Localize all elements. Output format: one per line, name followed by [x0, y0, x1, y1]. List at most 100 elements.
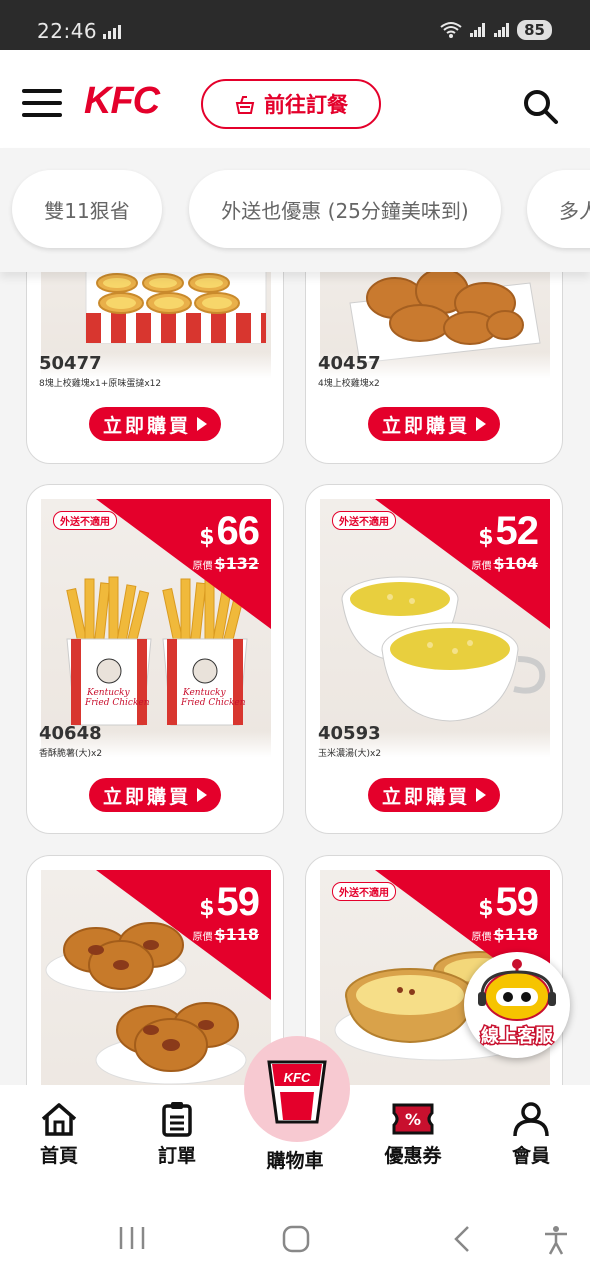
svg-text:Fried Chicken: Fried Chicken	[84, 698, 150, 708]
price: $ 59	[199, 880, 260, 925]
buy-now-label: 立即購買	[381, 414, 470, 437]
go-order-button[interactable]: 前往訂餐	[201, 79, 381, 129]
category-chip-delivery[interactable]: 外送也優惠 (25分鐘美味到)	[189, 170, 501, 248]
status-bar: 22:46 85	[0, 0, 590, 50]
kfc-bucket-icon: KFC	[267, 1060, 327, 1124]
buy-now-button[interactable]: 立即購買	[368, 778, 500, 812]
nav-coupons[interactable]: % 優惠券	[373, 1101, 453, 1168]
signal-icon-2	[494, 23, 510, 37]
original-price-label: 原價	[471, 932, 492, 943]
currency-sign: $	[478, 525, 494, 550]
nav-home-label: 首頁	[39, 1145, 78, 1167]
original-price-value: $118	[493, 925, 538, 944]
nav-home[interactable]: 首頁	[19, 1101, 99, 1168]
original-price-value: $132	[214, 554, 259, 573]
battery-level: 85	[517, 20, 552, 40]
menu-icon[interactable]	[22, 89, 62, 119]
coupon-icon: %	[392, 1103, 434, 1135]
product-desc: 香酥脆薯(大)x2	[39, 749, 103, 759]
price-value: 59	[495, 880, 539, 924]
original-price-value: $104	[493, 554, 538, 573]
category-chip-double11[interactable]: 雙11狠省	[12, 170, 162, 248]
home-button-icon[interactable]	[282, 1225, 310, 1253]
product-desc: 玉米濃湯(大)x2	[318, 749, 382, 759]
original-price-label: 原價	[192, 561, 213, 572]
svg-text:Fried Chicken: Fried Chicken	[180, 698, 246, 708]
nav-cart[interactable]: KFC	[244, 1036, 350, 1142]
product-code: 40648	[39, 723, 102, 744]
wifi-icon	[440, 22, 462, 38]
product-card[interactable]: Kentucky Fried Chicken Kentucky Fried Chick…	[26, 484, 284, 834]
product-code: 40457	[318, 353, 381, 374]
category-chip-group[interactable]: 多人	[527, 170, 590, 248]
price-value: 59	[216, 880, 260, 924]
play-arrow-icon	[197, 417, 207, 431]
cart-logo-text: KFC	[284, 1070, 311, 1085]
go-order-label: 前往訂餐	[264, 93, 348, 117]
buy-now-label: 立即購買	[381, 785, 470, 808]
nav-cart-label: 購物車	[266, 1150, 324, 1172]
home-icon	[41, 1103, 77, 1136]
play-arrow-icon	[476, 417, 486, 431]
original-price-label: 原價	[192, 932, 213, 943]
currency-sign: $	[199, 896, 215, 921]
product-desc: 8塊上校雞塊x1+原味蛋撻x12	[39, 379, 162, 389]
kfc-logo[interactable]: KFC	[84, 80, 160, 123]
product-image: $ 52 原價 $104 外送不適用	[320, 499, 550, 757]
clipboard-icon	[162, 1102, 192, 1137]
original-price: 原價 $132	[192, 554, 259, 573]
price: $ 59	[478, 880, 539, 925]
original-price: 原價 $104	[471, 554, 538, 573]
customer-service-button[interactable]: 線上客服	[464, 952, 570, 1058]
no-delivery-tag: 外送不適用	[332, 511, 396, 530]
price-value: 52	[495, 509, 539, 553]
svg-text:%: %	[405, 1110, 421, 1129]
product-image: $ 59 原價 $118	[41, 870, 271, 1085]
original-price-label: 原價	[471, 561, 492, 572]
product-desc: 4塊上校雞塊x2	[318, 379, 380, 389]
product-card[interactable]: $ 52 原價 $104 外送不適用 40593 玉米濃湯(大)x2 立即購買	[305, 484, 563, 834]
no-delivery-tag: 外送不適用	[332, 882, 396, 901]
search-icon[interactable]	[520, 86, 560, 126]
back-icon[interactable]	[450, 1225, 474, 1253]
app-header: KFC 前往訂餐	[0, 50, 590, 148]
status-icons: 85	[439, 20, 552, 40]
nav-orders[interactable]: 訂單	[137, 1101, 217, 1168]
price: $ 66	[199, 509, 260, 554]
user-icon	[513, 1102, 549, 1137]
system-nav-bar	[0, 1195, 590, 1280]
price-value: 66	[216, 509, 260, 553]
buy-now-label: 立即購買	[102, 414, 191, 437]
play-arrow-icon	[197, 788, 207, 802]
original-price: 原價 $118	[471, 925, 538, 944]
price: $ 52	[478, 509, 539, 554]
category-tabs: 雙11狠省 外送也優惠 (25分鐘美味到) 多人	[0, 148, 590, 272]
customer-service-label: 線上客服	[480, 1025, 555, 1049]
buy-now-button[interactable]: 立即購買	[89, 778, 221, 812]
svg-text:Kentucky: Kentucky	[86, 688, 131, 698]
product-card[interactable]: 40457 4塊上校雞塊x2 立即購買	[305, 272, 563, 464]
play-arrow-icon	[476, 788, 486, 802]
original-price: 原價 $118	[192, 925, 259, 944]
nav-member[interactable]: 會員	[491, 1101, 571, 1168]
product-image: Kentucky Fried Chicken Kentucky Fried Chick…	[41, 499, 271, 757]
nav-coupons-label: 優惠券	[384, 1145, 442, 1167]
signal-icon	[470, 23, 486, 37]
currency-sign: $	[478, 896, 494, 921]
original-price-value: $118	[214, 925, 259, 944]
product-code: 40593	[318, 723, 381, 744]
no-delivery-tag: 外送不適用	[53, 511, 117, 530]
nav-orders-label: 訂單	[157, 1145, 196, 1167]
buy-now-label: 立即購買	[102, 785, 191, 808]
nav-member-label: 會員	[511, 1145, 550, 1167]
product-code: 50477	[39, 353, 102, 374]
svg-text:Kentucky: Kentucky	[182, 688, 227, 698]
status-time: 22:46	[37, 19, 98, 43]
buy-now-button[interactable]: 立即購買	[89, 407, 221, 441]
recent-apps-icon[interactable]	[118, 1225, 146, 1251]
currency-sign: $	[199, 525, 215, 550]
buy-now-button[interactable]: 立即購買	[368, 407, 500, 441]
product-card[interactable]: 50477 8塊上校雞塊x1+原味蛋撻x12 立即購買	[26, 272, 284, 464]
accessibility-icon[interactable]	[542, 1225, 570, 1255]
data-saver-icon	[103, 25, 121, 39]
